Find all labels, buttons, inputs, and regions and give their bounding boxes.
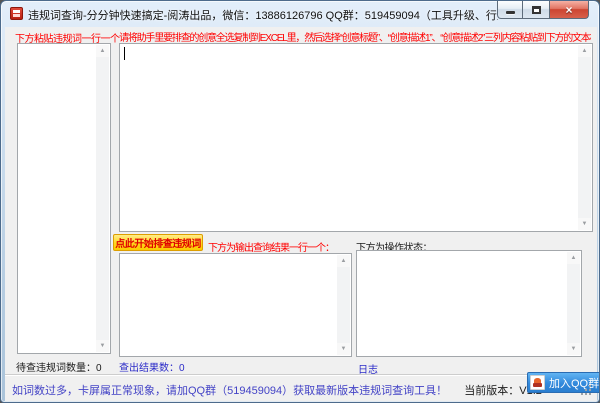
result-count-value: 0 (179, 363, 185, 374)
pending-count-value: 0 (96, 363, 102, 374)
maximize-button[interactable] (523, 1, 549, 19)
title-bar[interactable]: 违规词查询-分分钟快速搞定-阅涛出品，微信：13886126796 QQ群：51… (1, 1, 599, 27)
violation-words-scrollbar[interactable]: ▲ ▼ (96, 45, 109, 352)
result-count: 查出结果数：0 (119, 359, 185, 374)
source-content-text (122, 45, 577, 230)
scroll-down-icon[interactable]: ▼ (96, 340, 109, 352)
pending-count-label: 待查违规词数量： (16, 363, 96, 374)
window-title: 违规词查询-分分钟快速搞定-阅涛出品，微信：13886126796 QQ群：51… (28, 7, 498, 23)
close-icon: × (565, 2, 572, 18)
source-content-scrollbar[interactable]: ▲ ▼ (578, 45, 591, 230)
scroll-down-icon[interactable]: ▼ (337, 343, 350, 355)
output-results-scrollbar[interactable]: ▲ ▼ (337, 255, 350, 355)
minimize-button[interactable] (497, 1, 523, 19)
scroll-up-icon[interactable]: ▲ (567, 252, 580, 264)
status-line: 如词数过多，卡屏属正常现象，请加QQ群（519459094）获取最新版本违规词查… (12, 382, 542, 398)
output-results-text (122, 255, 336, 355)
scroll-up-icon[interactable]: ▲ (578, 45, 591, 57)
pending-count: 待查违规词数量：0 (16, 359, 102, 374)
output-results-box[interactable]: ▲ ▼ (119, 253, 352, 357)
violation-words-input[interactable]: ▲ ▼ (17, 43, 111, 354)
maximize-icon (532, 6, 541, 14)
status-bar: 如词数过多，卡屏属正常现象，请加QQ群（519459094）获取最新版本违规词查… (5, 374, 597, 401)
start-check-button[interactable]: 点此开始排查违规词 (113, 234, 203, 251)
join-qq-button[interactable]: 加入QQ群 (527, 372, 600, 393)
client-area: 下方粘贴违规词一行一个 请将助手里要排查的创意全选复制到EXCEL里，然后选择“… (5, 27, 597, 400)
text-caret (124, 47, 125, 60)
violation-words-text (20, 45, 95, 352)
resize-grip[interactable] (589, 393, 591, 395)
close-button[interactable]: × (549, 1, 589, 19)
log-box[interactable]: ▲ ▼ (356, 250, 582, 357)
scroll-up-icon[interactable]: ▲ (337, 255, 350, 267)
log-text (359, 252, 566, 355)
app-window: 违规词查询-分分钟快速搞定-阅涛出品，微信：13886126796 QQ群：51… (0, 0, 600, 403)
start-check-label: 点此开始排查违规词 (115, 235, 201, 250)
output-results-label: 下方为输出查询结果一行一个： (208, 239, 334, 254)
scroll-down-icon[interactable]: ▼ (567, 343, 580, 355)
source-content-input[interactable]: ▲ ▼ (119, 43, 593, 232)
status-notice: 如词数过多，卡屏属正常现象，请加QQ群（519459094）获取最新版本违规词查… (12, 385, 447, 397)
log-scrollbar[interactable]: ▲ ▼ (567, 252, 580, 355)
qq-icon (530, 375, 545, 390)
minimize-icon (506, 11, 515, 14)
result-count-label: 查出结果数： (119, 363, 179, 374)
scroll-up-icon[interactable]: ▲ (96, 45, 109, 57)
scroll-down-icon[interactable]: ▼ (578, 218, 591, 230)
join-qq-label: 加入QQ群 (549, 375, 599, 391)
instruction-label: 请将助手里要排查的创意全选复制到EXCEL里，然后选择“创意标题”、“创意描述1… (119, 29, 591, 44)
app-icon (10, 7, 23, 20)
